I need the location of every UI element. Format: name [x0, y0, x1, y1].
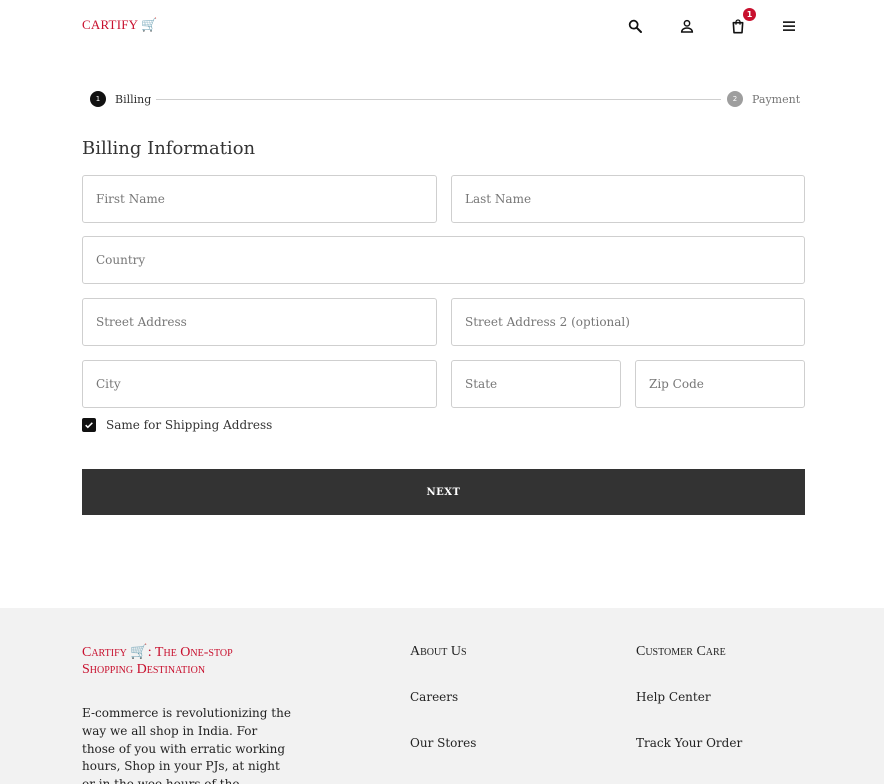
checkout-stepper: 1 Billing 2 Payment: [90, 90, 800, 110]
checkmark-icon: [85, 422, 93, 429]
step-billing-number: 1: [90, 91, 106, 107]
country-input[interactable]: [83, 237, 804, 283]
step-payment-number: 2: [727, 91, 743, 107]
city-input[interactable]: [83, 361, 436, 407]
step-payment-label: Payment: [752, 93, 801, 106]
search-icon[interactable]: [625, 16, 645, 36]
street-address-2-input[interactable]: [452, 299, 804, 345]
about-us-heading: About Us: [410, 644, 467, 659]
first-name-input[interactable]: [83, 176, 436, 222]
zip-field: [635, 360, 805, 408]
city-field: [82, 360, 437, 408]
menu-icon[interactable]: [779, 16, 799, 36]
user-icon[interactable]: [677, 16, 697, 36]
first-name-field: [82, 175, 437, 223]
site-footer: Cartify 🛒: The One-stop Shopping Destina…: [0, 608, 884, 784]
billing-title: Billing Information: [82, 138, 256, 159]
footer-link-careers[interactable]: Careers: [410, 690, 458, 704]
street-address-field: [82, 298, 437, 346]
cart-count-badge: 1: [743, 8, 756, 21]
last-name-input[interactable]: [452, 176, 804, 222]
same-shipping-checkbox[interactable]: [82, 418, 96, 432]
state-input[interactable]: [452, 361, 620, 407]
site-header: CARTIFY 🛒 1: [0, 0, 884, 52]
same-shipping-label[interactable]: Same for Shipping Address: [106, 418, 272, 432]
stepper-connector: [156, 99, 721, 100]
footer-description: E-commerce is revolutionizing the way we…: [82, 706, 291, 784]
site-logo[interactable]: CARTIFY 🛒: [82, 17, 158, 33]
last-name-field: [451, 175, 805, 223]
same-shipping-row: Same for Shipping Address: [82, 416, 272, 434]
zip-code-input[interactable]: [636, 361, 804, 407]
footer-link-our-stores[interactable]: Our Stores: [410, 736, 476, 750]
step-billing-label: Billing: [115, 93, 152, 106]
next-button[interactable]: NEXT: [82, 469, 805, 515]
footer-link-track-order[interactable]: Track Your Order: [636, 736, 742, 750]
footer-link-help-center[interactable]: Help Center: [636, 690, 711, 704]
country-field: [82, 236, 805, 284]
footer-brand: Cartify 🛒: The One-stop Shopping Destina…: [82, 645, 233, 677]
street-address-2-field: [451, 298, 805, 346]
customer-care-heading: Customer Care: [636, 644, 726, 659]
street-address-input[interactable]: [83, 299, 436, 345]
state-field: [451, 360, 621, 408]
